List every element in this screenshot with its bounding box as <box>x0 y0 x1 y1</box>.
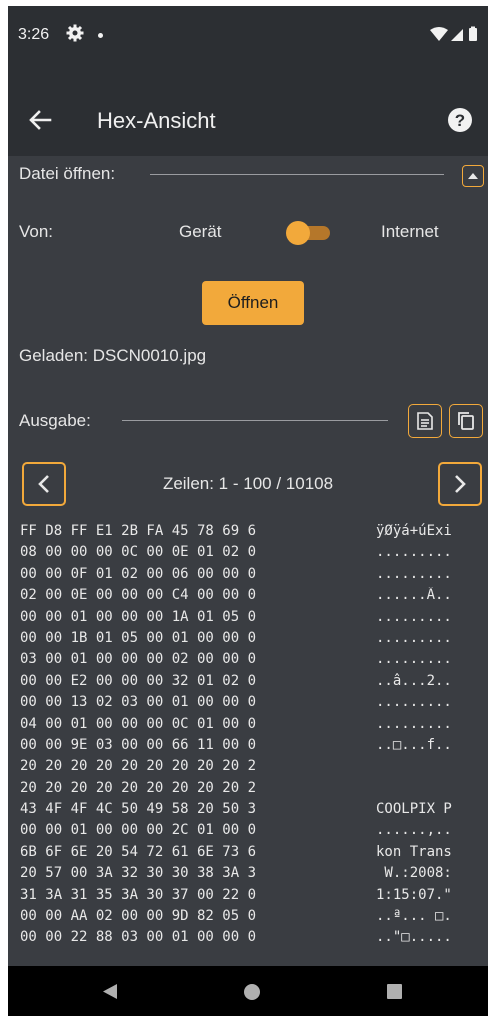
hex-row: 00 00 E2 00 00 00 32 01 02 0 ..â...2.. <box>8 673 488 694</box>
hex-bytes: 00 00 01 00 00 00 2C 01 00 0 <box>20 822 257 839</box>
option-device-label[interactable]: Gerät <box>179 222 222 242</box>
page-title: Hex-Ansicht <box>97 108 216 133</box>
lines-range-label: Zeilen: 1 - 100 / 10108 <box>162 474 334 493</box>
hex-ascii: ......... <box>376 565 452 582</box>
signal-icon <box>451 29 463 41</box>
hex-row: 31 3A 31 35 3A 30 37 00 22 0 1:15:07." <box>8 887 488 908</box>
hex-row: 00 00 AA 02 00 00 9D 82 05 0 ..ª... □. <box>8 908 488 929</box>
hex-bytes: 20 57 00 3A 32 30 30 38 3A 3 <box>20 865 257 882</box>
gear-icon <box>66 24 84 42</box>
hex-row: 04 00 01 00 00 00 0C 01 00 0......... <box>8 716 488 737</box>
hex-bytes: 00 00 E2 00 00 00 32 01 02 0 <box>20 672 257 689</box>
copy-button[interactable] <box>449 404 483 438</box>
hex-bytes: 00 00 0F 01 02 00 06 00 00 0 <box>20 565 257 582</box>
hex-bytes: FF D8 FF E1 2B FA 45 78 69 6 <box>20 523 257 539</box>
hex-bytes: 08 00 00 00 0C 00 0E 01 02 0 <box>20 544 257 561</box>
hex-ascii: ..□...f.. <box>376 736 452 753</box>
hex-bytes: 20 20 20 20 20 20 20 20 20 2 <box>20 758 257 775</box>
hex-ascii: ......... <box>376 694 452 711</box>
chevron-left-icon <box>38 475 49 493</box>
triangle-back-icon[interactable] <box>102 983 118 1000</box>
copy-icon <box>458 412 474 430</box>
hex-row: 43 4F 4F 4C 50 49 58 20 50 3 COOLPIX P <box>8 801 488 822</box>
system-nav-bar <box>8 966 488 1016</box>
previous-page-button[interactable] <box>22 462 66 506</box>
hex-bytes: 6B 6F 6E 20 54 72 61 6E 73 6 <box>20 843 257 860</box>
hex-bytes: 00 00 9E 03 00 00 66 11 00 0 <box>20 736 257 753</box>
hex-row: 20 20 20 20 20 20 20 20 20 2 <box>8 780 488 801</box>
output-section-label: Ausgabe: <box>19 411 91 430</box>
hex-ascii: 1:15:07." <box>376 886 452 903</box>
hex-bytes: 00 00 22 88 03 00 01 00 00 0 <box>20 929 257 946</box>
hex-row: 00 00 0F 01 02 00 06 00 00 0......... <box>8 566 488 587</box>
status-bar: 3:26 <box>8 6 488 84</box>
hex-ascii: .."□..... <box>376 929 452 946</box>
hex-ascii: ......... <box>376 715 452 732</box>
status-time: 3:26 <box>18 26 50 43</box>
hex-bytes: 00 00 01 00 00 00 1A 01 05 0 <box>20 608 257 625</box>
hex-ascii: ......,.. <box>376 822 452 839</box>
hex-row: 20 57 00 3A 32 30 30 38 3A 3 W.:2008: <box>8 865 488 886</box>
hex-row: 00 00 9E 03 00 00 66 11 00 0 ..□...f.. <box>8 737 488 758</box>
loaded-file-text: Geladen: DSCN0010.jpg <box>19 346 207 365</box>
hex-bytes: 00 00 AA 02 00 00 9D 82 05 0 <box>20 908 257 925</box>
document-text-icon <box>417 412 433 430</box>
hex-bytes: 20 20 20 20 20 20 20 20 20 2 <box>20 779 257 796</box>
arrow-back-icon[interactable] <box>26 106 54 134</box>
hex-row: 00 00 1B 01 05 00 01 00 00 0......... <box>8 630 488 651</box>
help-circle-icon[interactable]: ? <box>446 106 474 134</box>
hex-bytes: 31 3A 31 35 3A 30 37 00 22 0 <box>20 886 257 903</box>
open-section-divider <box>150 174 444 175</box>
next-page-button[interactable] <box>438 462 482 506</box>
hex-bytes: 04 00 01 00 00 00 0C 01 00 0 <box>20 715 257 732</box>
hex-ascii: ......... <box>376 629 452 646</box>
hex-ascii: ......... <box>376 608 452 625</box>
hex-row: 03 00 01 00 00 00 02 00 00 0......... <box>8 651 488 672</box>
hex-ascii: COOLPIX P <box>376 801 452 818</box>
hex-ascii: ......... <box>376 544 452 561</box>
hex-bytes: 03 00 01 00 00 00 02 00 00 0 <box>20 651 257 668</box>
hex-row: 6B 6F 6E 20 54 72 61 6E 73 6 kon Trans <box>8 844 488 865</box>
text-output-button[interactable] <box>408 404 442 438</box>
status-icons <box>430 26 477 41</box>
circle-home-icon[interactable] <box>244 984 260 1000</box>
toggle-thumb <box>286 221 310 245</box>
hex-ascii: ..â...2.. <box>376 672 452 689</box>
hex-row: 00 00 01 00 00 00 2C 01 00 0......,.. <box>8 822 488 843</box>
app-frame: 3:26 Hex-Ansicht ? Datei öffnen: Von: Ge… <box>8 6 488 1016</box>
hex-row: FF D8 FF E1 2B FA 45 78 69 6 ÿØÿá+úExi <box>8 523 488 544</box>
chevron-up-icon <box>468 173 478 179</box>
hex-ascii: ÿØÿá+úExi <box>376 523 452 539</box>
collapse-button[interactable] <box>462 165 484 187</box>
hex-row: 20 20 20 20 20 20 20 20 20 2 <box>8 758 488 779</box>
chevron-right-icon <box>455 475 466 493</box>
hex-bytes: 02 00 0E 00 00 00 C4 00 00 0 <box>20 587 257 604</box>
notification-dot-icon <box>98 33 103 38</box>
hex-ascii: ......... <box>376 651 452 668</box>
hex-bytes: 43 4F 4F 4C 50 49 58 20 50 3 <box>20 801 257 818</box>
hex-row: 02 00 0E 00 00 00 C4 00 00 0 ......Ä.. <box>8 587 488 608</box>
hex-row: 00 00 01 00 00 00 1A 01 05 0......... <box>8 609 488 630</box>
wifi-icon <box>430 27 448 41</box>
output-section-divider <box>122 420 388 421</box>
battery-icon <box>469 28 477 41</box>
hex-row: 08 00 00 00 0C 00 0E 01 02 0......... <box>8 544 488 565</box>
svg-text:?: ? <box>455 111 465 130</box>
source-label: Von: <box>19 222 54 241</box>
hex-ascii: ......Ä.. <box>376 587 452 604</box>
hex-ascii: kon Trans <box>376 843 452 860</box>
open-section-label: Datei öffnen: <box>19 164 116 183</box>
hex-output-area[interactable]: FF D8 FF E1 2B FA 45 78 69 6 ÿØÿá+úExi 08 … <box>8 523 488 966</box>
hex-bytes: 00 00 1B 01 05 00 01 00 00 0 <box>20 629 257 646</box>
hex-ascii: W.:2008: <box>376 865 452 882</box>
square-recent-icon[interactable] <box>387 984 402 999</box>
hex-row: 00 00 13 02 03 00 01 00 00 0......... <box>8 694 488 715</box>
hex-ascii: ..ª... □. <box>376 908 452 925</box>
option-internet-label[interactable]: Internet <box>381 222 439 242</box>
open-button[interactable]: Öffnen <box>202 281 304 325</box>
app-bar: Hex-Ansicht ? <box>8 84 488 156</box>
hex-bytes: 00 00 13 02 03 00 01 00 00 0 <box>20 694 257 711</box>
hex-row: 00 00 22 88 03 00 01 00 00 0 .."□..... <box>8 929 488 950</box>
source-toggle[interactable] <box>286 221 334 245</box>
